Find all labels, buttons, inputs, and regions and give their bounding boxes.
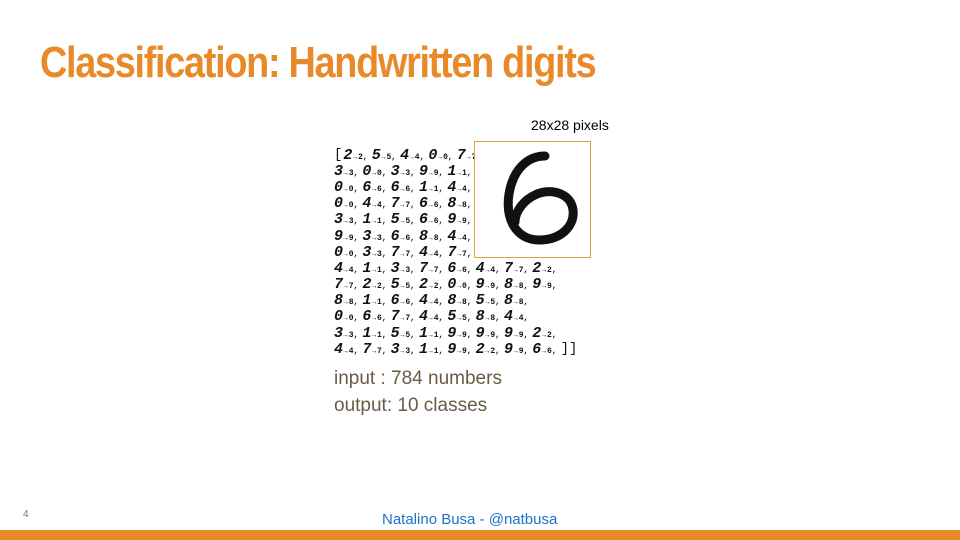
digit-sample-cell: 9 → 9, [503, 341, 529, 358]
digit-sample-cell: 4→4, [400, 147, 425, 164]
digit-sample-row: 8 → 8, 1 → 1, 6 → 6, 4 → 4, 8 → 8, 5 → 5, 8 → 8, [334, 293, 617, 309]
digit-sample-cell: 1→1, [362, 260, 387, 277]
digit-sample-cell: 9 → 9, [475, 276, 500, 293]
page-number: 4 [23, 509, 29, 520]
digit-sample-cell: 3→3, [390, 341, 415, 358]
input-description: input : 784 numbers [334, 368, 502, 389]
digit-sample-cell: 6 → 6, [418, 195, 444, 212]
digit-sample-cell: 2→2, [532, 260, 557, 277]
slide-title: Classification: Handwritten digits [40, 38, 597, 87]
footer-author-link[interactable]: Natalino Busa - @natbusa [382, 511, 557, 528]
digit-sample-cell: 8→8, [503, 276, 529, 293]
digit-sample-cell: 3→3, [362, 227, 387, 245]
digit-sample-cell: 1→1, [362, 325, 387, 342]
digit-sample-cell: 7→7, [390, 244, 415, 261]
digit-sample-cell: 4→4, [503, 308, 529, 326]
digit-sample-row: 0 → 0, 6 → 6, 7 → 7, 4 → 4, 5 → 5, 8 → 8, 4 → 4, [334, 309, 617, 325]
close-bracket: ]] [560, 341, 578, 358]
digit-sample-cell: 0→0, [362, 163, 387, 180]
digit-sample-cell: 1→1, [418, 179, 444, 196]
digit-sample-cell: 0→0, [334, 195, 359, 212]
digit-sample-cell: 4→4, [334, 341, 359, 358]
digit-sample-row: 3 → 3, 1 → 1, 5 → 5, 1 → 1, 9 → 9, 9 → 9, 9 → 9, 2 → 2, [334, 325, 617, 341]
digit-sample-cell: 7→7, [418, 260, 444, 277]
digit-sample-cell: 4→4, [418, 244, 444, 261]
digit-sample-cell: 7→7, [503, 260, 529, 277]
digit-sample-cell: 3→3, [390, 260, 415, 277]
open-bracket: [ [334, 147, 343, 164]
bottom-accent-bar [0, 530, 960, 540]
digit-sample-cell: 1→1, [447, 163, 472, 180]
digit-sample-row: 7 → 7, 2 → 2, 5 → 5, 2 → 2, 0 → 0, 9 → 9, 8 → 8, 9 → 9, [334, 277, 617, 293]
digit-sample-cell: 9 → 9, [447, 325, 472, 342]
digit-sample-cell: 3→3, [334, 163, 359, 180]
digit-sample-cell: 3→3, [362, 244, 387, 261]
digit-sample-cell: 4→4, [418, 308, 444, 326]
enlarged-digit-image [474, 141, 591, 258]
digit-sample-cell: 6 → 6, [362, 179, 387, 196]
digit-sample-cell: 9 → 9, [447, 211, 472, 228]
digit-sample-cell: 2→2, [532, 325, 557, 342]
digit-sample-cell: 9 → 9, [418, 163, 444, 180]
digit-sample-cell: 4→4, [447, 227, 472, 245]
digit-sample-cell: 6 → 6, [390, 227, 415, 245]
digit-sample-cell: 7→7, [334, 276, 359, 293]
digit-sample-cell: 9 → 9, [503, 325, 529, 342]
digit-sample-cell: 6 → 6, [532, 341, 557, 358]
digit-sample-cell: 4→4, [362, 195, 387, 212]
digit-sample-cell: 5→5, [390, 276, 415, 293]
digit-sample-cell: 9 → 9, [334, 227, 359, 245]
digit-sample-cell: 4→4, [475, 260, 500, 277]
handwritten-six-icon [503, 151, 578, 245]
digit-sample-cell: 8→8, [475, 308, 500, 326]
digit-sample-cell: 9 → 9, [532, 276, 557, 293]
digit-sample-cell: 6 → 6, [418, 211, 444, 228]
digit-sample-cell: 1→1, [362, 292, 387, 309]
digit-sample-cell: 2→2, [343, 147, 368, 164]
digit-sample-cell: 4→4, [334, 260, 359, 277]
digit-sample-cell: 6 → 6, [390, 179, 415, 196]
digit-sample-cell: 5→5, [475, 292, 500, 309]
digit-sample-cell: 7→7, [362, 341, 387, 358]
output-description: output: 10 classes [334, 395, 488, 416]
digit-sample-cell: 5→5, [390, 211, 415, 228]
digit-sample-cell: 0→0, [334, 308, 359, 326]
digit-sample-cell: 5→5, [447, 308, 472, 326]
digit-sample-cell: 9 → 9, [475, 325, 500, 342]
digit-sample-cell: 8→8, [503, 292, 529, 309]
digit-sample-cell: 7→7, [390, 308, 415, 326]
digit-sample-cell: 3→3, [334, 211, 359, 228]
digit-sample-cell: 2→2, [475, 341, 500, 358]
digit-sample-cell: 1→1, [418, 325, 444, 342]
digit-sample-cell: 6 → 6, [390, 292, 415, 309]
digit-sample-cell: 0→0, [447, 276, 472, 293]
digit-sample-cell: 1→1, [418, 341, 444, 358]
digit-sample-cell: 8→8, [447, 292, 472, 309]
digit-sample-cell: 0→0, [334, 244, 359, 261]
digit-sample-cell: 6 → 6, [362, 308, 387, 326]
digit-sample-cell: 2→2, [362, 276, 387, 293]
digit-sample-cell: 4→4, [447, 179, 472, 196]
digit-sample-cell: 6 → 6, [447, 260, 472, 277]
digit-sample-cell: 7→7, [390, 195, 415, 212]
digit-sample-cell: 0→0, [428, 147, 453, 164]
digit-sample-cell: 1→1, [362, 211, 387, 228]
digit-sample-cell: 0→0, [334, 179, 359, 196]
digit-sample-cell: 7→7, [447, 244, 472, 261]
digit-sample-cell: 8→8, [447, 195, 472, 212]
digit-sample-cell: 2→2, [418, 276, 444, 293]
digit-sample-cell: 8→8, [418, 227, 444, 245]
digit-sample-cell: 4→4, [418, 292, 444, 309]
image-size-label: 28x28 pixels [531, 117, 609, 133]
digit-sample-row: 4 → 4, 7 → 7, 3 → 3, 1 → 1, 9 → 9, 2 → 2, 9 → 9, 6 → 6,]] [334, 341, 617, 357]
digit-sample-cell: 9 → 9, [447, 341, 472, 358]
digit-sample-cell: 3→3, [334, 325, 359, 342]
digit-sample-row: 4 → 4, 1 → 1, 3 → 3, 7 → 7, 6 → 6, 4 → 4, 7 → 7, 2 → 2, [334, 260, 617, 276]
digit-sample-cell: 5→5, [371, 147, 397, 164]
digit-sample-cell: 3→3, [390, 163, 415, 180]
digit-sample-cell: 5→5, [390, 325, 415, 342]
digit-sample-cell: 8→8, [334, 292, 359, 309]
